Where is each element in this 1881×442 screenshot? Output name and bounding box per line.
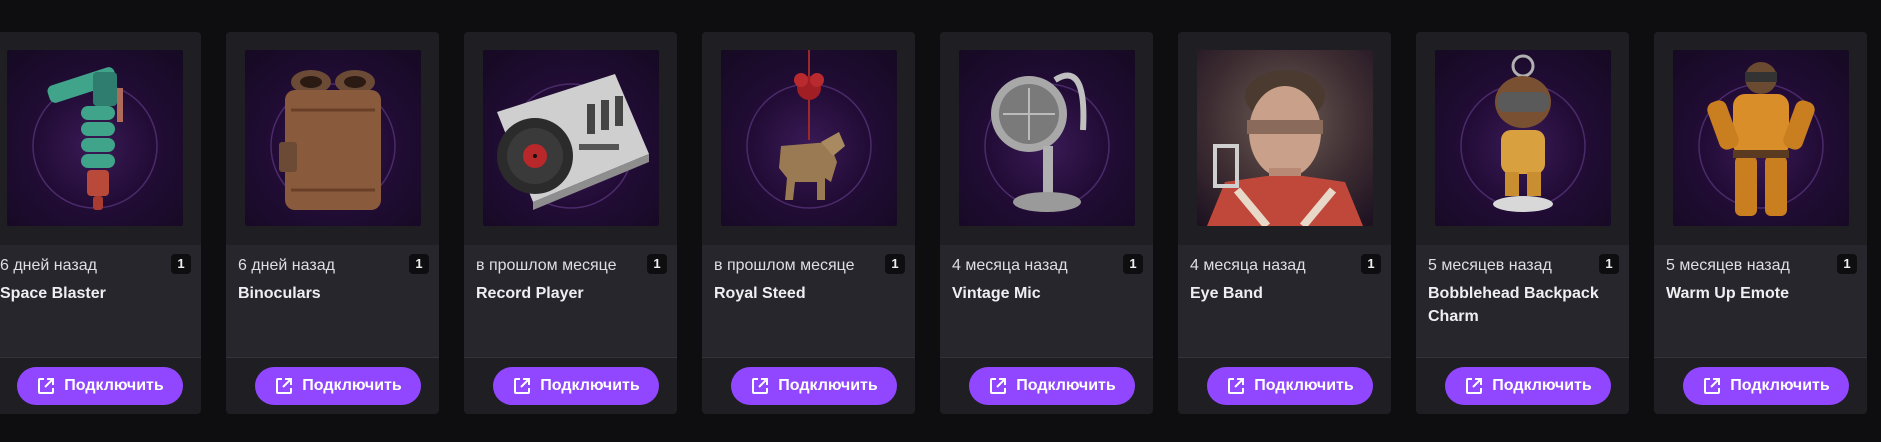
connect-button[interactable]: Подключить (1683, 367, 1849, 405)
eye-band-icon (1197, 50, 1373, 226)
bobblehead-icon (1435, 50, 1611, 226)
reward-name: Warm Up Emote (1666, 285, 1789, 302)
connect-button[interactable]: Подключить (969, 367, 1135, 405)
connect-button[interactable]: Подключить (255, 367, 421, 405)
reward-card: 6 дней назад 1 Space Blaster Подключить (0, 32, 201, 414)
time-ago: 5 месяцев назад (1428, 257, 1552, 274)
connect-button[interactable]: Подключить (731, 367, 897, 405)
drops-rewards-row: 6 дней назад 1 Space Blaster Подключить (0, 0, 1881, 442)
connect-button-label: Подключить (1492, 377, 1592, 394)
quantity-badge: 1 (409, 254, 429, 274)
reward-card: в прошлом месяце 1 Royal Steed Подключит… (702, 32, 915, 414)
connect-button-label: Подключить (778, 377, 878, 394)
vintage-mic-icon (959, 50, 1135, 226)
quantity-badge: 1 (1123, 254, 1143, 274)
connect-button[interactable]: Подключить (1445, 367, 1611, 405)
connect-button-label: Подключить (1254, 377, 1354, 394)
reward-name: Bobblehead Backpack Charm (1428, 285, 1599, 325)
reward-card: 4 месяца назад 1 Eye Band Подключить (1178, 32, 1391, 414)
warm-up-emote-icon (1673, 50, 1849, 226)
time-ago: 5 месяцев назад (1666, 257, 1790, 274)
time-ago: 6 дней назад (238, 257, 335, 274)
card-info: 4 месяца назад 1 Eye Band (1178, 245, 1391, 358)
connect-button-label: Подключить (1730, 377, 1830, 394)
quantity-badge: 1 (1599, 254, 1619, 274)
time-ago: 4 месяца назад (952, 257, 1068, 274)
external-link-icon (1704, 378, 1721, 394)
record-player-icon (483, 50, 659, 226)
external-link-icon (1466, 378, 1483, 394)
reward-card: 5 месяцев назад 1 Bobblehead Backpack Ch… (1416, 32, 1629, 414)
connect-button-label: Подключить (302, 377, 402, 394)
reward-card: 6 дней назад 1 Binoculars Подключить (226, 32, 439, 414)
reward-name: Eye Band (1190, 285, 1263, 302)
reward-card: 4 месяца назад 1 Vintage Mic Подключить (940, 32, 1153, 414)
connect-button-label: Подключить (540, 377, 640, 394)
quantity-badge: 1 (1837, 254, 1857, 274)
time-ago: в прошлом месяце (476, 257, 617, 274)
connect-button[interactable]: Подключить (493, 367, 659, 405)
external-link-icon (752, 378, 769, 394)
space-blaster-icon (7, 50, 183, 226)
royal-steed-icon (721, 50, 897, 226)
connect-button-label: Подключить (64, 377, 164, 394)
connect-button[interactable]: Подключить (17, 367, 183, 405)
quantity-badge: 1 (885, 254, 905, 274)
card-info: 6 дней назад 1 Binoculars (226, 245, 439, 358)
quantity-badge: 1 (171, 254, 191, 274)
reward-name: Space Blaster (0, 285, 106, 302)
connect-button[interactable]: Подключить (1207, 367, 1373, 405)
quantity-badge: 1 (1361, 254, 1381, 274)
external-link-icon (276, 378, 293, 394)
reward-card: в прошлом месяце 1 Record Player Подключ… (464, 32, 677, 414)
card-info: в прошлом месяце 1 Record Player (464, 245, 677, 358)
card-info: 5 месяцев назад 1 Warm Up Emote (1654, 245, 1867, 358)
binoculars-icon (245, 50, 421, 226)
connect-button-label: Подключить (1016, 377, 1116, 394)
external-link-icon (1228, 378, 1245, 394)
card-info: в прошлом месяце 1 Royal Steed (702, 245, 915, 358)
reward-name: Vintage Mic (952, 285, 1041, 302)
reward-card: 5 месяцев назад 1 Warm Up Emote Подключи… (1654, 32, 1867, 414)
reward-name: Record Player (476, 285, 584, 302)
card-info: 6 дней назад 1 Space Blaster (0, 245, 201, 358)
time-ago: 4 месяца назад (1190, 257, 1306, 274)
card-info: 5 месяцев назад 1 Bobblehead Backpack Ch… (1416, 245, 1629, 358)
card-info: 4 месяца назад 1 Vintage Mic (940, 245, 1153, 358)
time-ago: 6 дней назад (0, 257, 97, 274)
reward-name: Binoculars (238, 285, 321, 302)
quantity-badge: 1 (647, 254, 667, 274)
external-link-icon (990, 378, 1007, 394)
external-link-icon (514, 378, 531, 394)
external-link-icon (38, 378, 55, 394)
reward-name: Royal Steed (714, 285, 806, 302)
time-ago: в прошлом месяце (714, 257, 855, 274)
